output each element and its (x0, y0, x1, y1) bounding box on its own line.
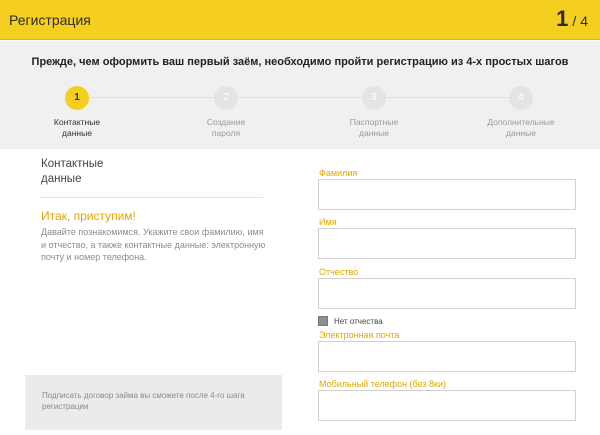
no-middle-name-option[interactable]: Нет отчества (318, 316, 383, 326)
step-2-label: Создание пароля (206, 117, 246, 138)
step-1-label: Контактные данные (53, 117, 101, 138)
step-4: 4 Дополнительные данные (471, 86, 571, 139)
step-counter-total: / 4 (572, 13, 588, 29)
welcome-heading: Итак, приступим! (41, 209, 136, 223)
step-2: 2 Создание пароля (176, 86, 276, 139)
contract-note: Подписать договор займа вы сможете после… (25, 375, 282, 430)
page-title: Регистрация (9, 12, 91, 28)
step-3-label: Паспортные данные (349, 117, 399, 138)
last-name-input[interactable] (318, 179, 576, 210)
step-counter: 1/ 4 (556, 6, 588, 32)
welcome-description: Давайте познакомимся. Укажите свои фамил… (41, 227, 266, 262)
step-3-circle: 3 (362, 86, 386, 110)
last-name-label: Фамилия (319, 168, 358, 178)
step-1: 1 Контактные данные (27, 86, 127, 139)
contract-note-text: Подписать договор займа вы сможете после… (42, 391, 245, 411)
phone-input[interactable] (318, 390, 576, 421)
no-middle-name-label[interactable]: Нет отчества (334, 317, 383, 326)
first-name-label: Имя (319, 217, 337, 227)
progress-track (77, 97, 521, 98)
section-title: Контактные данные (41, 158, 104, 185)
section-divider (40, 197, 263, 198)
step-2-circle: 2 (214, 86, 238, 110)
step-3: 3 Паспортные данные (324, 86, 424, 139)
step-1-circle: 1 (65, 86, 89, 110)
middle-name-label: Отчество (319, 267, 359, 277)
step-4-circle: 4 (509, 86, 533, 110)
no-middle-name-checkbox[interactable] (318, 316, 328, 326)
first-name-input[interactable] (318, 228, 576, 259)
header-bar: Регистрация 1/ 4 (0, 0, 600, 40)
step-counter-current: 1 (556, 6, 569, 31)
phone-label: Мобильный телефон (без 8ки) (319, 379, 447, 389)
middle-name-input[interactable] (318, 278, 576, 309)
intro-text: Прежде, чем оформить ваш первый заём, не… (31, 56, 569, 68)
email-input[interactable] (318, 341, 576, 372)
email-label: Электронная почта (319, 330, 400, 340)
step-4-label: Дополнительные данные (487, 117, 555, 138)
